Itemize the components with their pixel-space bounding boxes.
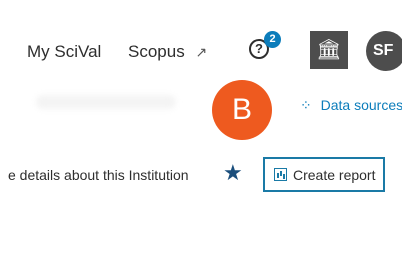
institution-button[interactable]: 🏛 xyxy=(310,31,348,69)
nav-scopus-label: Scopus xyxy=(128,42,185,61)
spinner-icon: ⁘ xyxy=(300,97,312,113)
create-report-label: Create report xyxy=(293,166,376,183)
data-sources-label: Data sources xyxy=(320,97,402,113)
annotation-marker: B xyxy=(212,80,272,140)
nav-scopus[interactable]: Scopus ↗ xyxy=(128,42,207,62)
user-avatar[interactable]: SF xyxy=(366,31,402,71)
institution-icon: 🏛 xyxy=(316,39,342,61)
data-sources-link[interactable]: ⁘ Data sources xyxy=(300,97,402,114)
favorite-star-icon[interactable]: ★ xyxy=(223,160,243,186)
blurred-title xyxy=(36,95,176,109)
notification-badge: 2 xyxy=(264,31,281,48)
details-text: e details about this Institution xyxy=(8,167,189,183)
create-report-button[interactable]: Create report xyxy=(263,157,385,192)
report-icon xyxy=(274,168,287,181)
institution-panel xyxy=(0,113,402,275)
nav-my-scival[interactable]: My SciVal xyxy=(27,42,101,62)
external-link-icon: ↗ xyxy=(195,44,208,60)
